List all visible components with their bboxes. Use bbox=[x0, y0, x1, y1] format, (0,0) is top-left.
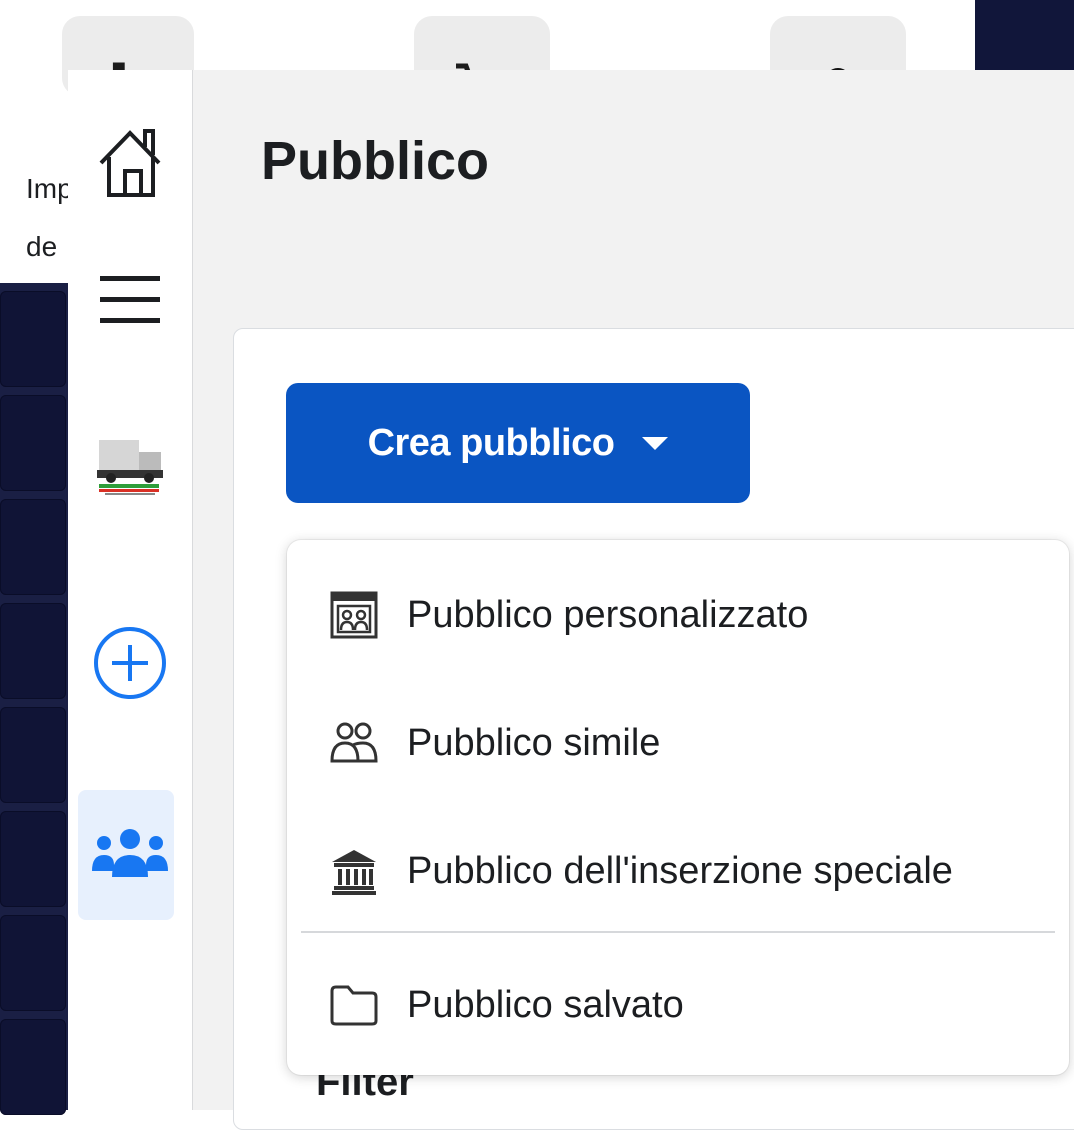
chevron-down-icon bbox=[642, 436, 669, 450]
menu-item-special-ad-audience[interactable]: Pubblico dell'inserzione speciale bbox=[287, 816, 1069, 926]
custom-audience-icon bbox=[327, 588, 381, 642]
background-tile bbox=[0, 395, 66, 491]
people-group-icon bbox=[92, 829, 168, 877]
background-partial-text-1: Imp bbox=[26, 173, 73, 204]
nav-home-button[interactable] bbox=[68, 118, 192, 208]
page-title: Pubblico bbox=[261, 131, 489, 191]
nav-menu-button[interactable] bbox=[68, 260, 192, 340]
menu-item-label: Pubblico dell'inserzione speciale bbox=[407, 849, 953, 892]
menu-divider bbox=[301, 931, 1055, 933]
background-tile bbox=[0, 707, 66, 803]
home-icon bbox=[99, 129, 161, 197]
menu-item-saved-audience[interactable]: Pubblico salvato bbox=[287, 950, 1069, 1060]
background-tile bbox=[0, 499, 66, 595]
menu-item-label: Pubblico simile bbox=[407, 721, 661, 764]
folder-icon bbox=[327, 978, 381, 1032]
menu-item-label: Pubblico salvato bbox=[407, 983, 684, 1026]
background-partial-text-2: de bbox=[26, 231, 58, 262]
menu-item-custom-audience[interactable]: Pubblico personalizzato bbox=[287, 560, 1069, 670]
background-tile bbox=[0, 915, 66, 1011]
nav-account-button[interactable] bbox=[68, 410, 192, 520]
menu-item-lookalike-audience[interactable]: Pubblico simile bbox=[287, 688, 1069, 798]
background-tile bbox=[0, 291, 66, 387]
nav-audiences-button[interactable] bbox=[68, 790, 192, 920]
background-tile bbox=[0, 811, 66, 907]
menu-item-label: Pubblico personalizzato bbox=[407, 593, 809, 636]
left-nav-rail bbox=[68, 70, 193, 1110]
plus-circle-icon bbox=[94, 627, 166, 699]
background-dark-strip bbox=[0, 283, 72, 1115]
create-audience-button[interactable]: Crea pubblico bbox=[286, 383, 750, 503]
background-tile bbox=[0, 1019, 66, 1115]
institution-building-icon bbox=[327, 844, 381, 898]
background-tile bbox=[0, 603, 66, 699]
background-dark-panel bbox=[975, 0, 1074, 72]
account-logo bbox=[95, 430, 165, 500]
create-audience-label: Crea pubblico bbox=[367, 421, 615, 464]
lookalike-people-icon bbox=[327, 716, 381, 770]
create-audience-dropdown: Pubblico personalizzato Pubblico simile bbox=[287, 540, 1069, 1075]
hamburger-menu-icon bbox=[100, 276, 160, 323]
nav-create-button[interactable] bbox=[68, 615, 192, 711]
